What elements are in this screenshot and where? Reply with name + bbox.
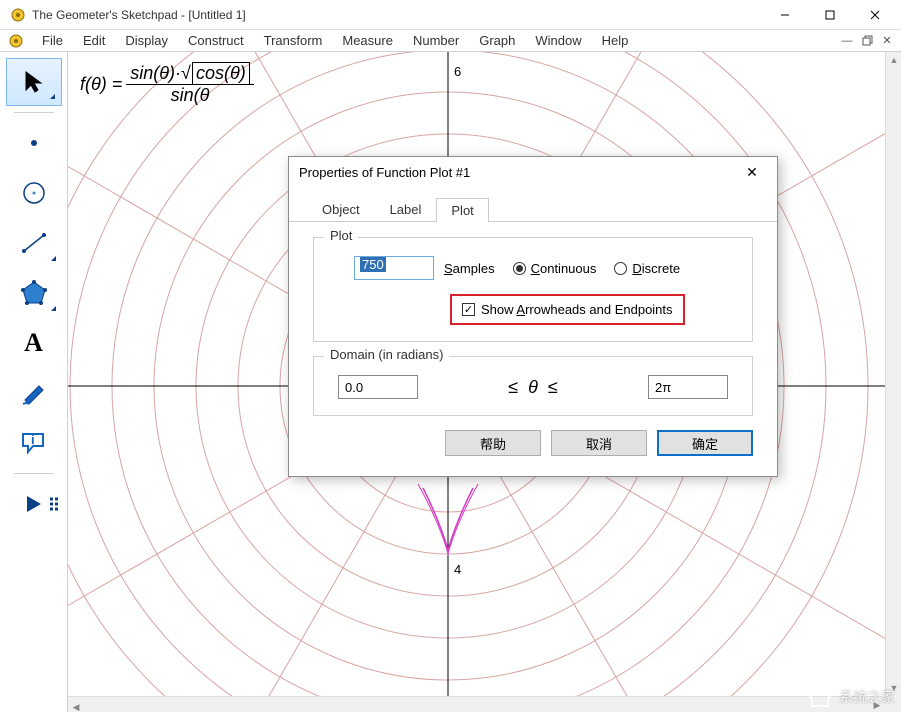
sketch-canvas[interactable]: 6 4 f(θ) = sin(θ)·√cos(θ) sin(θ ▲ ▼ ◀ ▶ [68,52,901,712]
horizontal-scrollbar[interactable]: ◀ ▶ [68,696,885,712]
help-button[interactable]: 帮助 [445,430,541,456]
domain-inequality: ≤ θ ≤ [508,377,558,398]
dialog-buttons: 帮助 取消 确定 [313,430,753,460]
mdi-close-button[interactable]: ✕ [878,32,896,50]
menu-measure[interactable]: Measure [332,31,403,50]
dialog-close-button[interactable]: ✕ [737,164,767,181]
cancel-button[interactable]: 取消 [551,430,647,456]
dialog-tabs: Object Label Plot [289,187,777,222]
tab-plot[interactable]: Plot [436,198,488,222]
ok-button[interactable]: 确定 [657,430,753,456]
play-icon [23,493,45,515]
circle-icon [20,179,48,207]
main-area: A i [0,52,901,712]
window-title: The Geometer's Sketchpad - [Untitled 1] [32,8,762,22]
eq-lhs: f(θ) = [80,74,122,95]
radio-dot-icon [513,262,526,275]
domain-to-input[interactable]: 2π [648,375,728,399]
app-icon [10,7,26,23]
marker-tool[interactable] [6,369,62,417]
window-minimize-button[interactable] [762,0,807,30]
plot-legend: Plot [324,228,358,243]
samples-label: Samples [444,261,495,276]
plot-fieldset: Plot 750 Samples Continuous Discrete [313,237,753,342]
axis-label-bottom: 4 [454,562,461,577]
info-tool[interactable]: i [6,419,62,467]
menu-graph[interactable]: Graph [469,31,525,50]
domain-legend: Domain (in radians) [324,347,449,362]
samples-input[interactable]: 750 [354,256,434,280]
radio-discrete[interactable]: Discrete [614,261,680,276]
eq-num-sin: sin(θ) [130,63,175,84]
vertical-scrollbar[interactable]: ▲ ▼ [885,52,901,696]
dialog-title: Properties of Function Plot #1 [299,165,737,180]
menu-number[interactable]: Number [403,31,469,50]
show-arrowheads-checkbox[interactable]: ✓ [462,303,475,316]
menu-construct[interactable]: Construct [178,31,254,50]
scroll-up-button[interactable]: ▲ [886,52,901,68]
point-icon [20,129,48,157]
tab-object[interactable]: Object [307,197,375,221]
dialog-titlebar[interactable]: Properties of Function Plot #1 ✕ [289,157,777,187]
tab-label[interactable]: Label [375,197,437,221]
menu-display[interactable]: Display [115,31,178,50]
arrow-icon [20,68,48,96]
axis-label-top: 6 [454,64,461,79]
marker-icon [19,378,49,408]
polygon-tool[interactable] [6,269,62,317]
mdi-restore-button[interactable] [858,32,876,50]
radio-dot-icon [614,262,627,275]
menubar: File Edit Display Construct Transform Me… [0,30,901,52]
mdi-minimize-button[interactable]: — [838,32,856,50]
select-tool[interactable] [6,58,62,106]
eq-num-cos: cos(θ) [192,62,250,84]
custom-tool[interactable] [6,480,62,528]
domain-from-input[interactable]: 0.0 [338,375,418,399]
circle-tool[interactable] [6,169,62,217]
toolbox: A i [0,52,68,712]
function-equation[interactable]: f(θ) = sin(θ)·√cos(θ) sin(θ [80,62,258,106]
window-maximize-button[interactable] [807,0,852,30]
menu-window[interactable]: Window [525,31,591,50]
document-icon [8,33,24,49]
house-icon [807,686,833,708]
eq-den: sin(θ [167,85,214,105]
watermark-text: 系统之家 [839,687,895,707]
text-tool[interactable]: A [6,319,62,367]
window-titlebar: The Geometer's Sketchpad - [Untitled 1] [0,0,901,30]
point-tool[interactable] [6,119,62,167]
polygon-icon [19,278,49,308]
show-arrowheads-highlight: ✓ Show Arrowheads and Endpoints [450,294,685,325]
menu-help[interactable]: Help [592,31,639,50]
line-tool[interactable] [6,219,62,267]
properties-dialog: Properties of Function Plot #1 ✕ Object … [288,156,778,477]
scroll-left-button[interactable]: ◀ [68,700,84,712]
window-close-button[interactable] [852,0,897,30]
text-icon: A [24,328,43,358]
info-icon: i [19,428,49,458]
show-arrowheads-label: Show Arrowheads and Endpoints [481,302,673,317]
radio-continuous[interactable]: Continuous [513,261,597,276]
menu-transform[interactable]: Transform [254,31,333,50]
watermark: 系统之家 [807,686,895,708]
line-icon [20,229,48,257]
menu-edit[interactable]: Edit [73,31,115,50]
menu-file[interactable]: File [32,31,73,50]
domain-fieldset: Domain (in radians) 0.0 ≤ θ ≤ 2π [313,356,753,416]
svg-text:i: i [31,432,35,447]
